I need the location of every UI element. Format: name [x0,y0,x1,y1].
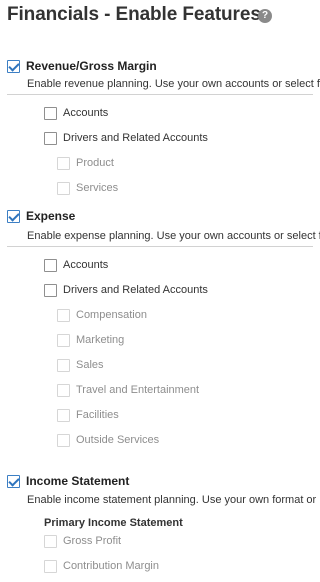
expense-divider [7,246,313,247]
expense-section-row[interactable]: Expense [7,207,75,225]
income-option-contribution-margin: Contribution Margin [44,558,159,574]
travel-label: Travel and Entertainment [76,384,200,396]
gross-profit-label: Gross Profit [63,535,122,547]
income-option-gross-profit: Gross Profit [44,533,121,549]
sales-checkbox [57,358,70,372]
revenue-suboption-product: Product [57,155,114,171]
product-label: Product [76,157,114,169]
revenue-accounts-checkbox[interactable] [44,106,57,120]
revenue-description: Enable revenue planning. Use your own ac… [27,78,320,90]
compensation-checkbox [57,308,70,322]
expense-option-drivers[interactable]: Drivers and Related Accounts [44,282,208,298]
product-checkbox [57,156,70,170]
help-icon[interactable]: ? [258,9,272,23]
contribution-margin-label: Contribution Margin [63,560,159,572]
revenue-checkbox[interactable] [7,59,20,73]
expense-drivers-checkbox[interactable] [44,283,57,297]
revenue-divider [7,94,313,95]
expense-accounts-label: Accounts [63,259,109,271]
revenue-section-row[interactable]: Revenue/Gross Margin [7,57,157,75]
facilities-label: Facilities [76,409,119,421]
sales-label: Sales [76,359,104,371]
revenue-label: Revenue/Gross Margin [26,59,157,73]
revenue-drivers-checkbox[interactable] [44,131,57,145]
income-checkbox[interactable] [7,474,20,488]
marketing-checkbox [57,333,70,347]
services-label: Services [76,182,119,194]
outside-services-label: Outside Services [76,434,160,446]
expense-label: Expense [26,209,76,223]
primary-income-statement-heading: Primary Income Statement [44,517,183,529]
expense-drivers-label: Drivers and Related Accounts [63,284,208,296]
marketing-label: Marketing [76,334,125,346]
outside-services-checkbox [57,433,70,447]
expense-checkbox[interactable] [7,209,20,223]
expense-description: Enable expense planning. Use your own ac… [27,230,320,242]
revenue-drivers-label: Drivers and Related Accounts [63,132,208,144]
services-checkbox [57,181,70,195]
expense-accounts-checkbox[interactable] [44,258,57,272]
gross-profit-checkbox [44,534,57,548]
revenue-accounts-label: Accounts [63,107,109,119]
expense-suboption-marketing: Marketing [57,332,124,348]
revenue-option-accounts[interactable]: Accounts [44,105,108,121]
income-description: Enable income statement planning. Use yo… [27,494,317,506]
compensation-label: Compensation [76,309,147,321]
page-title: Financials - Enable Features [7,4,261,25]
income-label: Income Statement [26,474,130,488]
travel-checkbox [57,383,70,397]
contribution-margin-checkbox [44,559,57,573]
expense-suboption-facilities: Facilities [57,407,119,423]
facilities-checkbox [57,408,70,422]
expense-suboption-sales: Sales [57,357,104,373]
revenue-suboption-services: Services [57,180,118,196]
revenue-option-drivers[interactable]: Drivers and Related Accounts [44,130,208,146]
expense-suboption-compensation: Compensation [57,307,147,323]
expense-suboption-outside-services: Outside Services [57,432,159,448]
expense-suboption-travel: Travel and Entertainment [57,382,199,398]
expense-option-accounts[interactable]: Accounts [44,257,108,273]
income-section-row[interactable]: Income Statement [7,472,129,490]
